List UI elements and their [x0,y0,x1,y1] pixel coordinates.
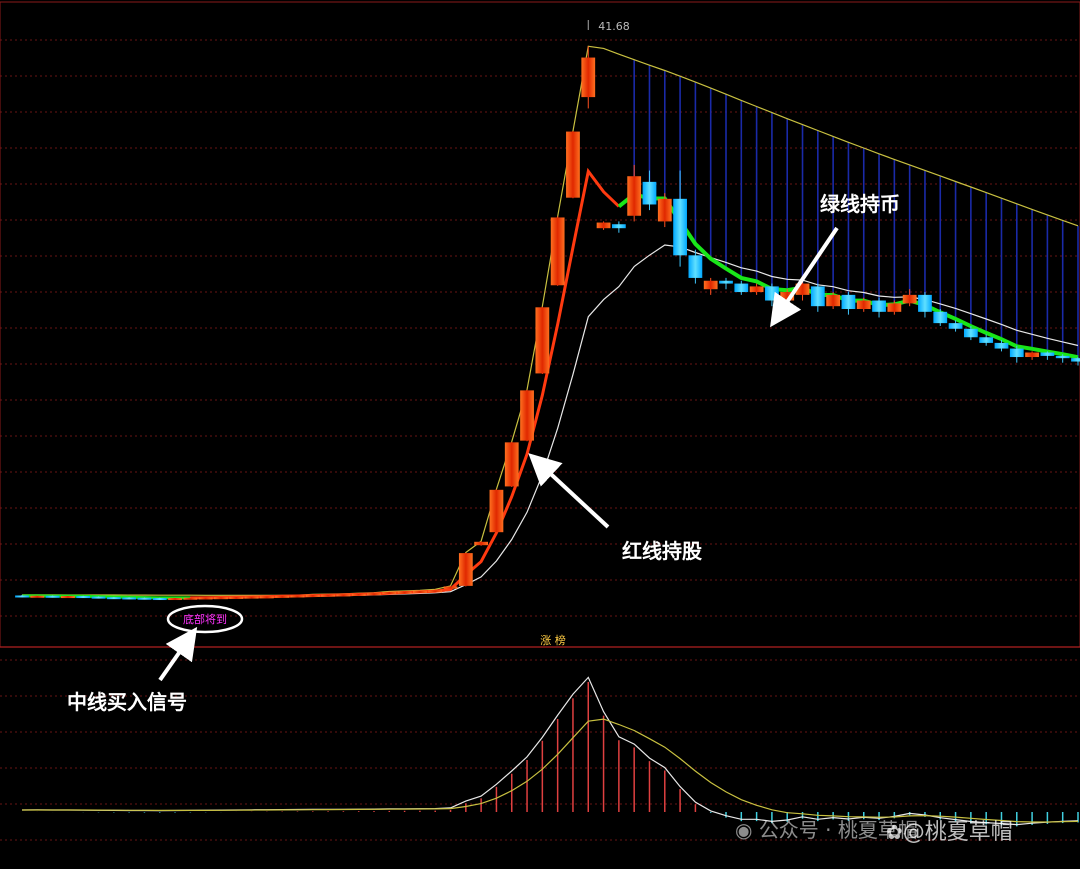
candle-body [137,597,152,600]
candle-body [413,590,427,593]
candle-body [535,307,550,374]
candle-body [657,198,672,222]
candle-body [367,593,381,596]
candle-body [382,592,397,595]
candle-body [183,597,198,600]
candle-body [305,594,320,597]
candle-body [887,303,902,312]
candle-body [152,598,167,601]
candle-body [45,595,60,598]
candle-body [688,255,703,278]
candle-body [703,280,718,290]
candle-body [336,594,351,597]
candle-body [765,286,779,301]
chart-labels: 41.68 底部将到涨 榜 [158,20,839,682]
signal-line [22,718,1079,823]
signal-label: 底部将到 [183,612,227,626]
peak-price-label: 41.68 [598,20,630,33]
candle-body [642,181,657,205]
candle-body [106,597,121,600]
candle-body [428,590,443,593]
candle-body [872,300,886,312]
red-arrow [528,453,610,529]
candle-body [734,283,749,293]
annotation-buy-signal: 中线买入信号 [67,690,187,714]
stock-chart: 41.68 底部将到涨 榜 [0,1,1080,841]
candle-body [244,596,259,599]
annotation-green-line: 绿线持币 [820,192,900,216]
candle-body [902,294,917,304]
candle-body [351,593,366,596]
candle-body [229,596,244,599]
candle-body [91,596,106,599]
candle-body [596,222,611,229]
candle-body [458,553,473,586]
candle-body [581,57,596,98]
candle-body [275,595,290,598]
candle-body [76,596,91,599]
candle-body [979,337,994,343]
candle-body [994,342,1009,349]
candle-body [933,311,948,324]
candlesticks [15,46,1080,601]
candle-body [61,596,75,599]
divider-label: 涨 榜 [540,633,566,647]
candle-body [504,442,519,487]
upper-band-line [22,45,1079,596]
candle-body [948,323,963,329]
wechat-icon: ◉ [735,818,753,842]
candle-body [611,224,626,229]
candle-body [566,131,580,198]
candle-body [259,596,274,599]
candle-body [15,595,29,598]
candle-body [1055,355,1070,359]
candle-body [749,286,764,293]
buy-arrow [158,626,198,682]
candle-body [321,594,335,597]
candle-body [856,300,871,309]
watermark-channel: ◉ 公众号 · 桃夏草帽 [735,818,918,842]
candle-body [122,597,137,600]
candle-body [1025,352,1039,358]
candle-body [214,597,228,600]
indicator-lines [21,45,1079,600]
candle-body [1009,348,1024,358]
annotation-red-line: 红线持股 [622,539,702,563]
candle-body [198,597,213,600]
candle-body [1071,358,1080,362]
candle-body [550,217,565,286]
candle-body [397,591,412,594]
candle-body [443,586,458,589]
candle-body [841,294,856,309]
candle-body [719,280,733,284]
candle-body [520,390,534,441]
candle-body [627,176,642,216]
candle-body [918,294,932,312]
candle-body [963,328,978,338]
candle-body [474,541,489,546]
candle-body [168,598,182,601]
candle-body [673,198,687,256]
candle-body [1040,352,1055,356]
candle-body [810,286,825,307]
candle-body [489,489,504,533]
candle-body [30,595,45,598]
candle-body [290,595,305,598]
candle-body [826,294,841,307]
